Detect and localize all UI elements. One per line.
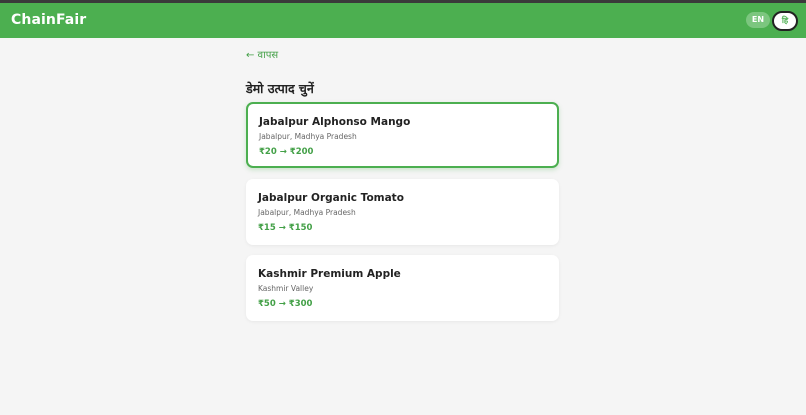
product-location: Kashmir Valley xyxy=(258,284,314,293)
product-location: Jabalpur, Madhya Pradesh xyxy=(259,132,357,141)
app-header: ChainFair EN हि xyxy=(0,3,806,38)
product-name: Jabalpur Alphonso Mango xyxy=(259,116,411,128)
language-en-button[interactable]: EN xyxy=(746,12,770,28)
product-price-range: ₹20 → ₹200 xyxy=(259,147,314,157)
language-hi-button[interactable]: हि xyxy=(772,11,798,31)
brand-logo[interactable]: ChainFair xyxy=(11,12,86,28)
product-card[interactable]: Kashmir Premium Apple Kashmir Valley ₹50… xyxy=(246,255,559,321)
page-title: डेमो उत्पाद चुनें xyxy=(246,81,314,96)
product-card[interactable]: Jabalpur Alphonso Mango Jabalpur, Madhya… xyxy=(246,102,559,168)
product-price-range: ₹50 → ₹300 xyxy=(258,299,313,309)
product-card[interactable]: Jabalpur Organic Tomato Jabalpur, Madhya… xyxy=(246,179,559,245)
product-name: Kashmir Premium Apple xyxy=(258,268,401,280)
product-name: Jabalpur Organic Tomato xyxy=(258,192,404,204)
product-location: Jabalpur, Madhya Pradesh xyxy=(258,208,356,217)
back-link[interactable]: ← वापस xyxy=(246,47,278,61)
product-price-range: ₹15 → ₹150 xyxy=(258,223,313,233)
